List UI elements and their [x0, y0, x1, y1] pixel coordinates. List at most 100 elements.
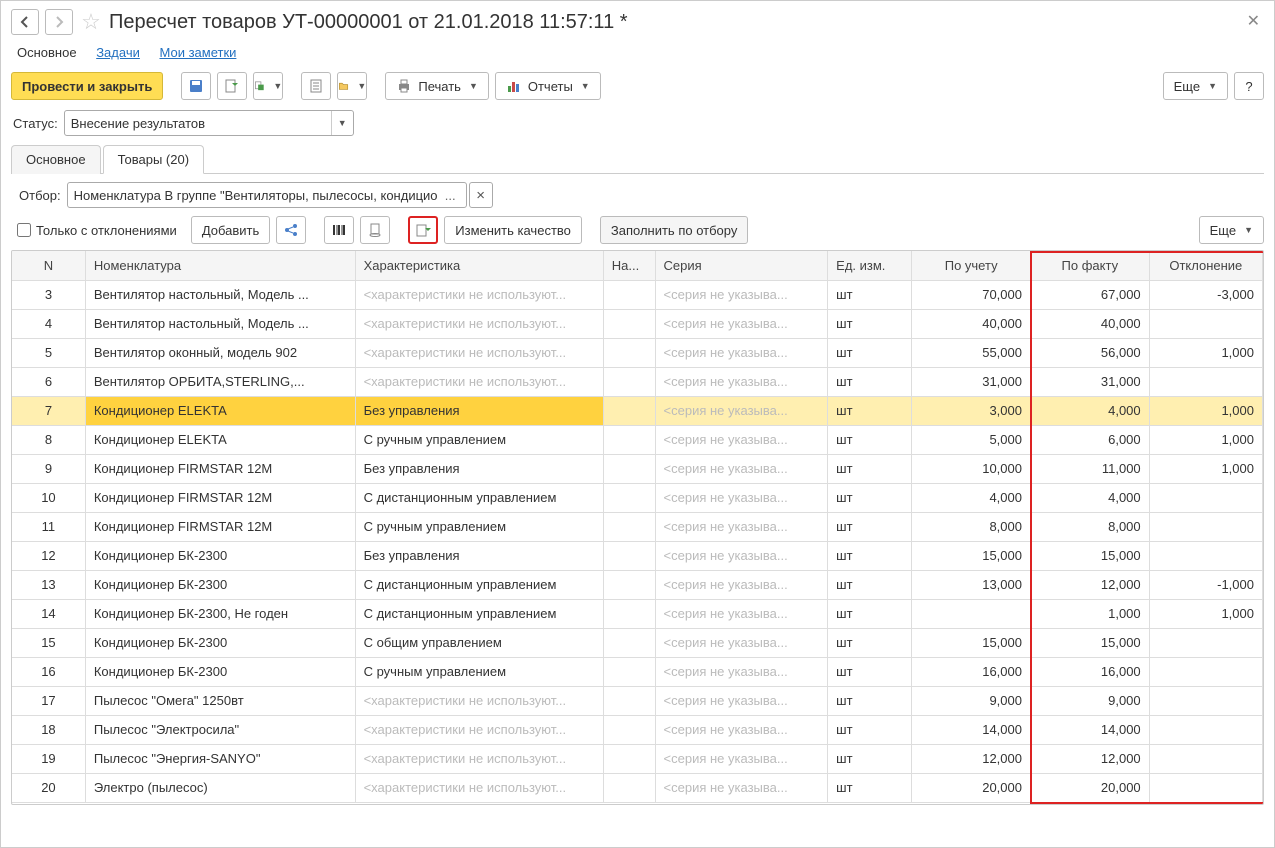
cell-na [603, 309, 655, 338]
post-button[interactable] [217, 72, 247, 100]
scan-icon [367, 222, 383, 238]
cell-acc: 31,000 [912, 367, 1031, 396]
clear-filter-button[interactable]: × [469, 182, 493, 208]
based-on-icon [254, 78, 265, 94]
cell-n: 13 [12, 570, 85, 599]
table-row[interactable]: 7Кондиционер ELEKTAБез управления<серия … [12, 396, 1263, 425]
status-dropdown[interactable]: Внесение результатов ▼ [64, 110, 354, 136]
col-header-nom[interactable]: Номенклатура [85, 251, 355, 280]
cell-n: 17 [12, 686, 85, 715]
caret-icon: ▼ [273, 81, 282, 91]
scan-button[interactable] [360, 216, 390, 244]
nav-link-main[interactable]: Основное [17, 45, 77, 60]
chart-icon [506, 78, 522, 94]
table-row[interactable]: 9Кондиционер FIRMSTAR 12MБез управления<… [12, 454, 1263, 483]
cell-char: С ручным управлением [355, 425, 603, 454]
filter-input[interactable]: Номенклатура В группе "Вентиляторы, пыле… [67, 182, 467, 208]
table-row[interactable]: 16Кондиционер БК-2300С ручным управление… [12, 657, 1263, 686]
cell-n: 8 [12, 425, 85, 454]
cell-n: 10 [12, 483, 85, 512]
nav-back-button[interactable] [11, 9, 39, 35]
cell-acc: 70,000 [912, 280, 1031, 309]
cell-na [603, 715, 655, 744]
share-button[interactable] [276, 216, 306, 244]
table-row[interactable]: 12Кондиционер БК-2300Без управления<сери… [12, 541, 1263, 570]
cell-n: 15 [12, 628, 85, 657]
cell-na [603, 396, 655, 425]
post-and-close-button[interactable]: Провести и закрыть [11, 72, 163, 100]
goods-table-scroll[interactable]: N Номенклатура Характеристика На... Сери… [12, 251, 1263, 804]
save-button[interactable] [181, 72, 211, 100]
share-icon [283, 222, 299, 238]
close-button[interactable]: ✕ [1247, 11, 1260, 31]
barcode-button[interactable] [324, 216, 354, 244]
cell-acc [912, 599, 1031, 628]
status-label: Статус: [13, 116, 58, 131]
load-from-file-button[interactable] [408, 216, 438, 244]
cell-acc: 14,000 [912, 715, 1031, 744]
table-row[interactable]: 4Вентилятор настольный, Модель ...<харак… [12, 309, 1263, 338]
table-row[interactable]: 14Кондиционер БК-2300, Не годенС дистанц… [12, 599, 1263, 628]
table-row[interactable]: 6Вентилятор ОРБИТА,STERLING,...<характер… [12, 367, 1263, 396]
nav-link-notes[interactable]: Мои заметки [159, 45, 236, 60]
col-header-dev[interactable]: Отклонение [1149, 251, 1262, 280]
table-more-button[interactable]: Еще▼ [1199, 216, 1264, 244]
table-row[interactable]: 20Электро (пылесос)<характеристики не ис… [12, 773, 1263, 802]
add-row-button[interactable]: Добавить [191, 216, 270, 244]
table-row[interactable]: 10Кондиционер FIRMSTAR 12MС дистанционны… [12, 483, 1263, 512]
cell-ser: <серия не указыва... [655, 309, 828, 338]
col-header-char[interactable]: Характеристика [355, 251, 603, 280]
more-button[interactable]: Еще▼ [1163, 72, 1228, 100]
col-header-na[interactable]: На... [603, 251, 655, 280]
table-row[interactable]: 5Вентилятор оконный, модель 902<характер… [12, 338, 1263, 367]
print-button[interactable]: Печать▼ [385, 72, 489, 100]
cell-na [603, 512, 655, 541]
col-header-ed[interactable]: Ед. изм. [828, 251, 912, 280]
change-quality-button[interactable]: Изменить качество [444, 216, 582, 244]
cell-n: 20 [12, 773, 85, 802]
fill-by-filter-button[interactable]: Заполнить по отбору [600, 216, 748, 244]
cell-nom: Кондиционер БК-2300 [85, 570, 355, 599]
help-button[interactable]: ? [1234, 72, 1264, 100]
col-header-acc[interactable]: По учету [912, 251, 1031, 280]
cell-nom: Кондиционер БК-2300 [85, 657, 355, 686]
document-button[interactable] [301, 72, 331, 100]
cell-ser: <серия не указыва... [655, 657, 828, 686]
filter-ellipsis-button[interactable]: ... [441, 188, 460, 203]
cell-ser: <серия не указыва... [655, 280, 828, 309]
cell-acc: 20,000 [912, 773, 1031, 802]
only-deviations-input[interactable] [17, 223, 31, 237]
table-row[interactable]: 18Пылесос "Электросила"<характеристики н… [12, 715, 1263, 744]
table-row[interactable]: 11Кондиционер FIRMSTAR 12MС ручным управ… [12, 512, 1263, 541]
based-on-button[interactable]: ▼ [253, 72, 283, 100]
col-header-fact[interactable]: По факту [1030, 251, 1149, 280]
table-row[interactable]: 3Вентилятор настольный, Модель ...<харак… [12, 280, 1263, 309]
nav-forward-button[interactable] [45, 9, 73, 35]
table-row[interactable]: 15Кондиционер БК-2300С общим управлением… [12, 628, 1263, 657]
cell-dev [1149, 512, 1262, 541]
cell-char: <характеристики не используют... [355, 715, 603, 744]
table-row[interactable]: 17Пылесос "Омега" 1250вт<характеристики … [12, 686, 1263, 715]
cell-ed: шт [828, 483, 912, 512]
col-header-ser[interactable]: Серия [655, 251, 828, 280]
tab-main[interactable]: Основное [11, 145, 101, 174]
col-header-n[interactable]: N [12, 251, 85, 280]
nav-link-tasks[interactable]: Задачи [96, 45, 140, 60]
cell-n: 3 [12, 280, 85, 309]
tab-goods[interactable]: Товары (20) [103, 145, 204, 174]
only-deviations-checkbox[interactable]: Только с отклонениями [17, 223, 177, 238]
table-row[interactable]: 13Кондиционер БК-2300С дистанционным упр… [12, 570, 1263, 599]
table-row[interactable]: 19Пылесос "Энергия-SANYO"<характеристики… [12, 744, 1263, 773]
cell-na [603, 628, 655, 657]
reports-button[interactable]: Отчеты▼ [495, 72, 601, 100]
cell-ed: шт [828, 628, 912, 657]
folder-button[interactable]: ▼ [337, 72, 367, 100]
cell-nom: Кондиционер FIRMSTAR 12M [85, 512, 355, 541]
cell-nom: Пылесос "Электросила" [85, 715, 355, 744]
favorite-star-icon[interactable]: ☆ [79, 10, 103, 34]
caret-icon: ▼ [331, 111, 347, 135]
table-row[interactable]: 8Кондиционер ELEKTAС ручным управлением<… [12, 425, 1263, 454]
cell-na [603, 425, 655, 454]
cell-acc: 5,000 [912, 425, 1031, 454]
cell-char: <характеристики не используют... [355, 280, 603, 309]
